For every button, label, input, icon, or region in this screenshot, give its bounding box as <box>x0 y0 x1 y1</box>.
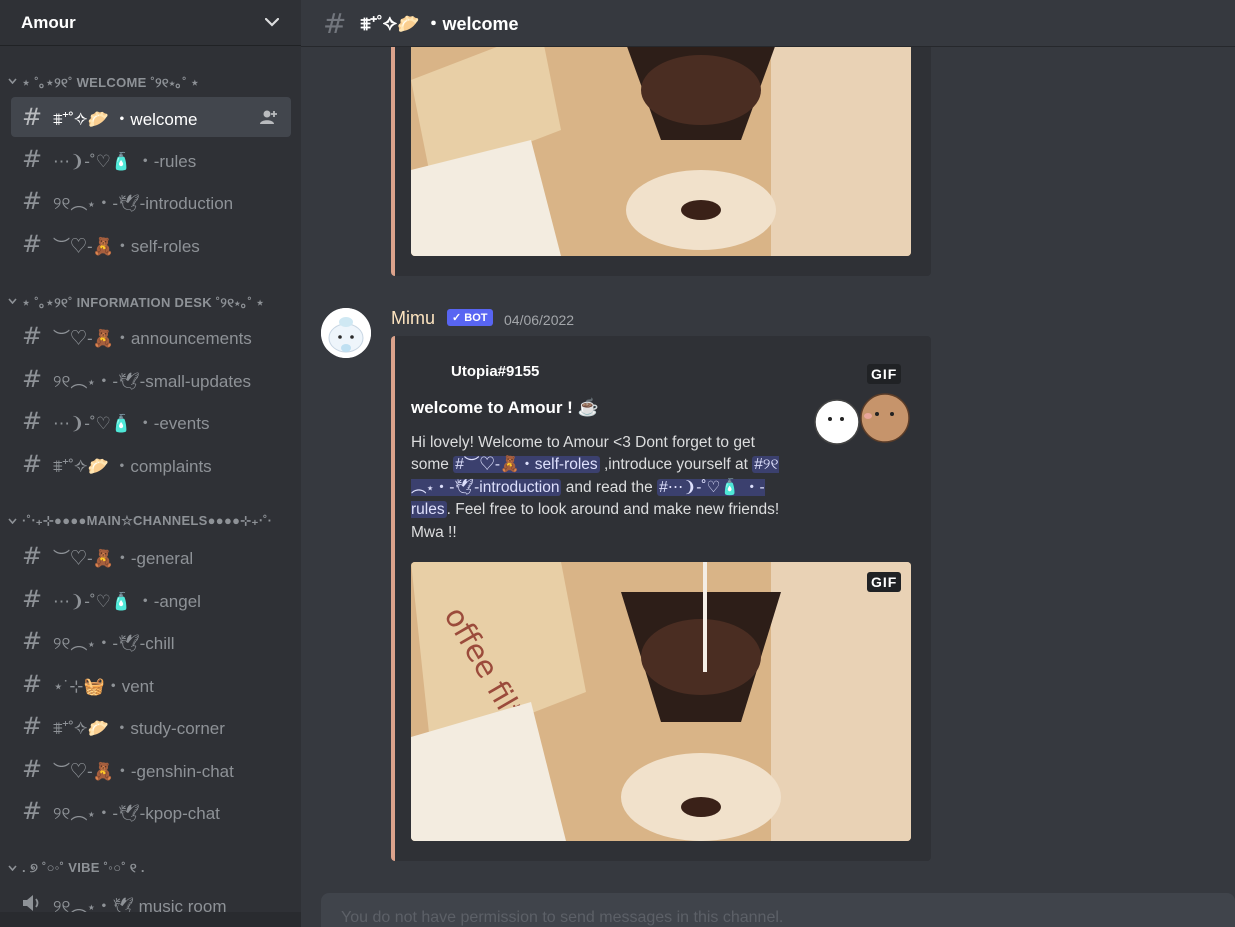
server-name: Amour <box>21 12 76 32</box>
channel-label: ⩨⁺˚✧🥟 ・complaints <box>53 456 212 476</box>
channel-label: ⩨⁺˚✧🥟 ・welcome <box>53 109 198 129</box>
channel-small-updates[interactable]: # ୨୧︵⋆・-🕊-small-updates <box>11 359 291 399</box>
hash-icon: # <box>22 670 43 698</box>
category-label: ·˚‧₊⊹●●●●MAIN☆CHANNELS●●●●⊹₊‧˚· <box>22 513 273 528</box>
hash-icon: # <box>22 322 43 350</box>
hash-icon: # <box>22 365 43 393</box>
hash-icon: # <box>22 187 43 215</box>
chevron-down-icon <box>8 298 20 304</box>
bot-badge: ✓ BOT <box>447 309 493 326</box>
channel-label: ୨୧︵⋆・-🕊-chill <box>53 633 175 653</box>
desc-text: ,introduce yourself at <box>599 456 753 474</box>
embed-title: welcome to Amour ! ☕ <box>411 398 599 417</box>
channel-kpop-chat[interactable]: # ୨୧︵⋆・-🕊-kpop-chat <box>11 791 291 831</box>
chevron-down-icon <box>8 518 20 524</box>
channel-label: ⋯❩-˚♡🧴 ・-rules <box>53 151 197 171</box>
chat-area: # ⩨⁺˚✧🥟 ・welcome Mimu ✓ BOT 04/06/2022 U… <box>301 0 1235 927</box>
message-input[interactable]: You do not have permission to send messa… <box>321 893 1235 927</box>
channel-self-roles[interactable]: # ︶♡-🧸・self-roles <box>11 224 291 264</box>
hash-icon: # <box>22 450 43 478</box>
category-welcome[interactable]: ⋆ ˚｡⋆୨୧˚ WELCOME ˚୨୧⋆｡˚ ⋆ <box>8 71 293 91</box>
channel-rules[interactable]: # ⋯❩-˚♡🧴 ・-rules <box>11 139 291 179</box>
channel-vent[interactable]: # ⋆˙⊹🧺・vent <box>11 664 291 704</box>
hash-icon: # <box>22 627 43 655</box>
channel-label: ୨୧︵⋆・-🕊-introduction <box>53 193 234 213</box>
user-panel <box>0 912 301 927</box>
category-vibe[interactable]: . ୭ ˚○◦˚ VIBE ˚◦○˚ ୧ . <box>8 858 293 878</box>
message-input-placeholder: You do not have permission to send messa… <box>341 909 784 926</box>
welcome-embed: Utopia#9155 welcome to Amour ! ☕ Hi love… <box>391 336 931 861</box>
channel-introduction[interactable]: # ୨୧︵⋆・-🕊-introduction <box>11 181 291 221</box>
message-author[interactable]: Mimu <box>391 308 435 329</box>
channel-label: ⋯❩-˚♡🧴 ・-events <box>53 413 210 433</box>
hash-icon: # <box>22 797 43 825</box>
coffee-gif[interactable]: offee filter GIF <box>411 562 911 841</box>
channel-label: ︶♡-🧸・announcements <box>53 328 252 348</box>
category-label: ⋆ ˚｡⋆୨୧˚ WELCOME ˚୨୧⋆｡˚ ⋆ <box>22 74 200 90</box>
server-header[interactable]: Amour <box>0 0 301 46</box>
hash-icon: # <box>22 103 43 131</box>
category-label: ⋆ ˚｡⋆୨୧˚ INFORMATION DESK ˚୨୧⋆｡˚ ⋆ <box>22 294 265 310</box>
previous-embed <box>391 20 931 276</box>
category-information-desk[interactable]: ⋆ ˚｡⋆୨୧˚ INFORMATION DESK ˚୨୧⋆｡˚ ⋆ <box>8 291 293 311</box>
hash-icon: # <box>22 585 43 613</box>
hash-icon: # <box>22 542 43 570</box>
hash-icon: # <box>323 6 347 40</box>
gif-badge: GIF <box>867 572 902 592</box>
channel-header: # ⩨⁺˚✧🥟 ・welcome <box>301 0 1235 47</box>
channel-label: ︶♡-🧸・-genshin-chat <box>53 761 234 781</box>
channel-angel[interactable]: # ⋯❩-˚♡🧴 ・-angel <box>11 579 291 619</box>
avatar[interactable] <box>321 308 371 358</box>
channel-label: ︶♡-🧸・self-roles <box>53 236 200 256</box>
desc-text: and read the <box>561 478 658 496</box>
invite-user-icon[interactable] <box>259 107 279 127</box>
hash-icon: # <box>22 407 43 435</box>
channel-label: ︶♡-🧸・-general <box>53 548 194 568</box>
channel-welcome[interactable]: # ⩨⁺˚✧🥟 ・welcome <box>11 97 291 137</box>
embed-description: Hi lovely! Welcome to Amour <3 Dont forg… <box>411 432 795 544</box>
gif-badge: GIF <box>867 364 902 384</box>
chevron-down-icon <box>8 78 20 84</box>
bear-thumbnail[interactable]: GIF <box>811 364 915 454</box>
channel-mention-self-roles[interactable]: #︶♡-🧸・self-roles <box>453 456 600 474</box>
embed-author: Utopia#9155 <box>451 363 540 380</box>
channel-announcements[interactable]: # ︶♡-🧸・announcements <box>11 316 291 356</box>
channel-sidebar: Amour ⋆ ˚｡⋆୨୧˚ WELCOME ˚୨୧⋆｡˚ ⋆ # ⩨⁺˚✧🥟 … <box>0 0 301 927</box>
channel-general[interactable]: # ︶♡-🧸・-general <box>11 536 291 576</box>
desc-text: . Feel free to look around and make new … <box>411 501 780 541</box>
channel-label: ୨୧︵⋆・-🕊-small-updates <box>53 371 252 391</box>
hash-icon: # <box>22 712 43 740</box>
message-timestamp: 04/06/2022 <box>504 312 575 328</box>
category-label: . ୭ ˚○◦˚ VIBE ˚◦○˚ ୧ . <box>22 860 145 875</box>
channel-chill[interactable]: # ୨୧︵⋆・-🕊-chill <box>11 621 291 661</box>
channel-label: ⩨⁺˚✧🥟 ・study-corner <box>53 718 225 738</box>
channel-label: ୨୧︵⋆・-🕊-kpop-chat <box>53 803 220 823</box>
chevron-down-icon[interactable] <box>263 14 281 32</box>
hash-icon: # <box>22 230 43 258</box>
channel-label: ⋆˙⊹🧺・vent <box>53 676 154 696</box>
hash-icon: # <box>22 145 43 173</box>
chevron-down-icon <box>8 865 20 871</box>
category-main-channels[interactable]: ·˚‧₊⊹●●●●MAIN☆CHANNELS●●●●⊹₊‧˚· <box>8 511 293 531</box>
channel-title: ⩨⁺˚✧🥟 ・welcome <box>360 14 519 34</box>
hash-icon: # <box>22 755 43 783</box>
channel-complaints[interactable]: # ⩨⁺˚✧🥟 ・complaints <box>11 444 291 484</box>
channel-label: ⋯❩-˚♡🧴 ・-angel <box>53 591 201 611</box>
coffee-gif[interactable] <box>411 20 911 256</box>
channel-study-corner[interactable]: # ⩨⁺˚✧🥟 ・study-corner <box>11 706 291 746</box>
channel-events[interactable]: # ⋯❩-˚♡🧴 ・-events <box>11 401 291 441</box>
channel-genshin-chat[interactable]: # ︶♡-🧸・-genshin-chat <box>11 749 291 789</box>
